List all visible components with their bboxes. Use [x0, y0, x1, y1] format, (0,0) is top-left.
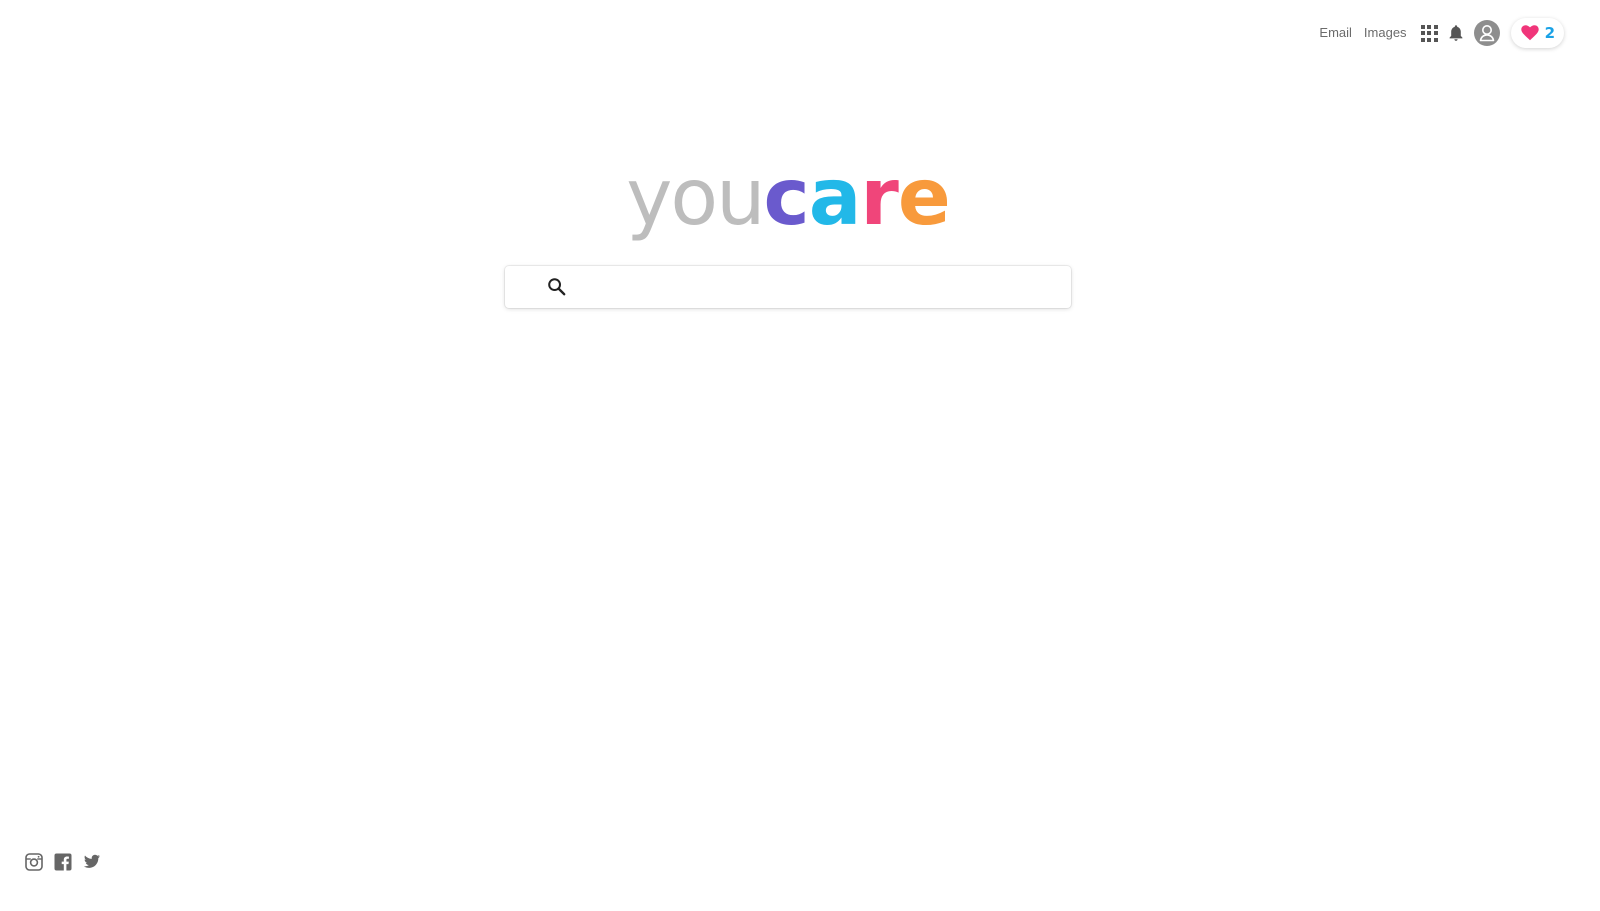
logo-care-text: care	[763, 153, 951, 243]
heart-icon	[1520, 25, 1539, 41]
social-links	[25, 853, 112, 871]
page: Email Images 2 youcare	[0, 0, 1600, 911]
logo-letter-e: e	[897, 153, 951, 243]
twitter-icon[interactable]	[83, 853, 101, 871]
user-avatar-icon[interactable]	[1473, 20, 1500, 46]
youcare-logo: youcare	[0, 148, 1576, 248]
search-box[interactable]	[505, 266, 1071, 308]
facebook-icon[interactable]	[54, 853, 72, 871]
logo-letter-a: a	[808, 153, 862, 243]
email-link[interactable]: Email	[1319, 17, 1352, 49]
hamburger-menu-icon[interactable]	[1574, 26, 1590, 40]
instagram-icon[interactable]	[25, 853, 43, 871]
hearts-counter-button[interactable]: 2	[1510, 18, 1564, 48]
top-header: Email Images 2	[1319, 17, 1590, 49]
search-icon[interactable]	[547, 277, 567, 297]
logo-letter-c: c	[763, 153, 810, 243]
hearts-count: 2	[1544, 24, 1555, 42]
apps-grid-icon[interactable]	[1420, 24, 1438, 42]
logo-letter-r: r	[860, 153, 898, 243]
bell-icon[interactable]	[1448, 24, 1464, 42]
search-input[interactable]	[577, 267, 1071, 307]
images-link[interactable]: Images	[1364, 17, 1407, 49]
logo-you-text: you	[626, 153, 765, 243]
